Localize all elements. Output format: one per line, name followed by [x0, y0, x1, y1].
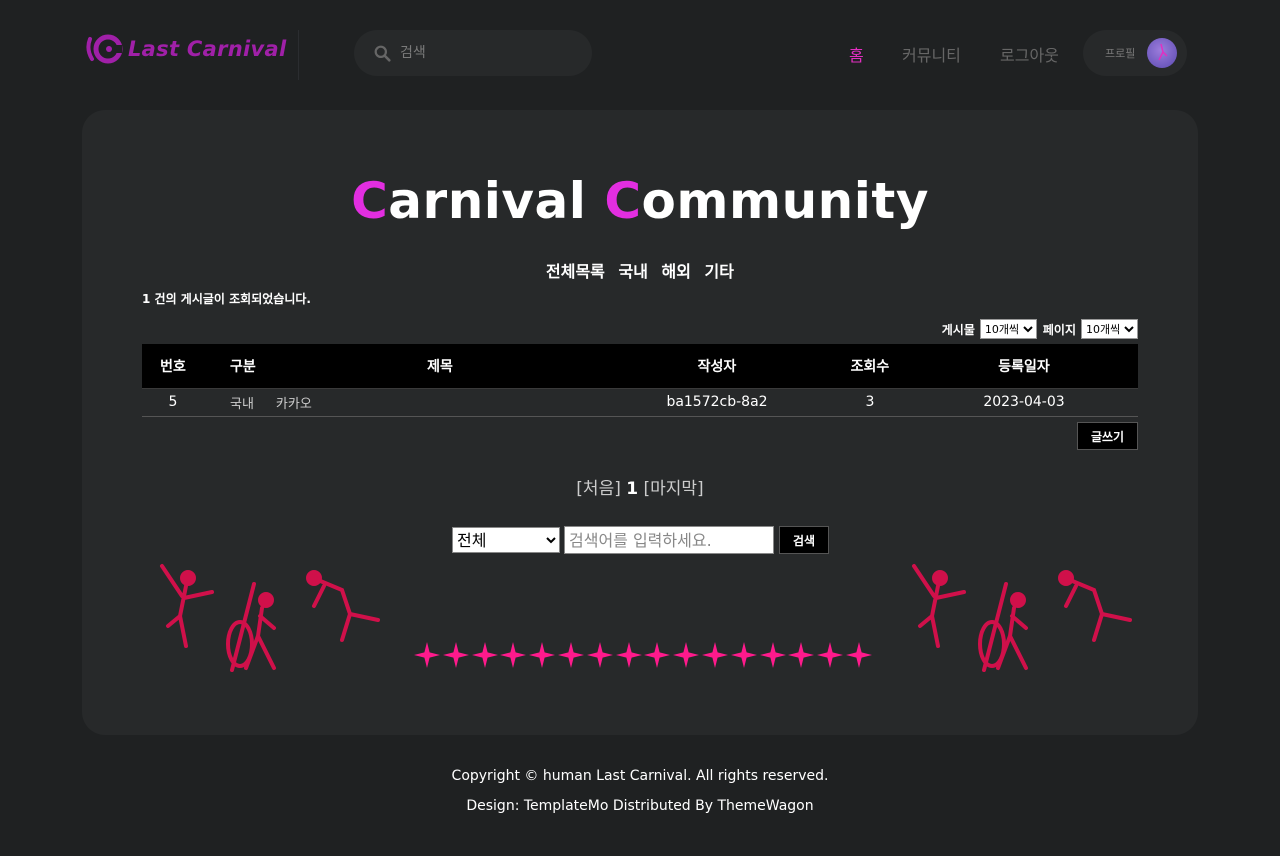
board-table: 번호 구분 제목 작성자 조회수 등록일자 5 국내 카카오 ba1572cb-8… [142, 344, 1138, 417]
row-category: 국내 카카오 [204, 388, 604, 416]
board-search-input[interactable] [564, 526, 774, 554]
footer-design-credit: Design: TemplateMo Distributed By ThemeW… [466, 798, 814, 814]
page-current[interactable]: 1 [626, 479, 638, 499]
row-category-main: 국내 [230, 396, 254, 412]
col-header-category: 구분 [230, 358, 256, 375]
nav-home[interactable]: 홈 [849, 42, 864, 66]
avatar-figure-icon [1158, 43, 1168, 61]
star-icon [529, 642, 556, 668]
avatar [1147, 38, 1177, 68]
search-scope-select[interactable]: 전체 [452, 527, 560, 553]
star-icon [442, 642, 469, 668]
star-row [414, 642, 872, 670]
col-header-number: 번호 [160, 358, 186, 375]
star-icon [586, 642, 613, 668]
write-button[interactable]: 글쓰기 [1077, 422, 1138, 450]
dancers-right-icon [912, 564, 1132, 672]
per-page-label: 게시물 [941, 322, 975, 337]
community-panel: Carnival Community 전체목록 국내 해외 기타 1 건의 게시… [82, 110, 1198, 735]
row-author: ba1572cb-8a2 [666, 394, 768, 410]
star-icon [471, 642, 498, 668]
star-icon [615, 642, 642, 668]
star-icon [701, 642, 728, 668]
header-divider [298, 30, 299, 80]
star-icon [557, 642, 584, 668]
tab-all[interactable]: 전체목록 [546, 262, 605, 281]
row-views: 3 [865, 394, 875, 410]
title-word-carnival: arnival [388, 172, 587, 230]
pagination: [처음] 1 [마지막] [82, 474, 1198, 499]
star-icon [759, 642, 786, 668]
tab-domestic[interactable]: 국내 [618, 262, 647, 281]
title-word-community: ommunity [641, 172, 929, 230]
star-icon [730, 642, 757, 668]
page-last-link[interactable]: [마지막] [644, 479, 704, 499]
page-title: Carnival Community [82, 172, 1198, 230]
board-search-button[interactable]: 검색 [779, 526, 829, 554]
title-letter-c2: C [604, 172, 642, 230]
page-count-select[interactable]: 10개씩 [1081, 319, 1138, 339]
nav-logout[interactable]: 로그아웃 [1000, 42, 1059, 66]
row-date: 2023-04-03 [983, 394, 1065, 410]
col-header-views: 조회수 [850, 358, 890, 375]
col-header-author: 작성자 [697, 358, 737, 375]
col-header-date: 등록일자 [998, 358, 1050, 375]
col-header-title: 제목 [427, 358, 453, 375]
star-icon [500, 642, 527, 668]
header-search[interactable] [354, 30, 592, 76]
board-search: 전체 검색 [452, 526, 829, 554]
tab-overseas[interactable]: 해외 [662, 262, 691, 281]
star-icon [644, 642, 671, 668]
dancers-left-icon [160, 564, 380, 672]
logo-text: Last Carnival [128, 37, 287, 61]
result-count: 1 건의 게시글이 조회되었습니다. [142, 292, 311, 306]
star-icon [817, 642, 844, 668]
row-category-sub: 카카오 [275, 396, 312, 412]
page-first-link[interactable]: [처음] [576, 479, 621, 499]
category-tabs: 전체목록 국내 해외 기타 [82, 258, 1198, 282]
nav-community[interactable]: 커뮤니티 [902, 42, 961, 66]
star-icon [845, 642, 872, 668]
profile-label: 프로필 [1105, 47, 1136, 60]
logo[interactable]: Last Carnival [86, 32, 286, 66]
page-count-label: 페이지 [1042, 322, 1076, 337]
per-page-select[interactable]: 10개씩 [979, 319, 1037, 339]
star-icon [788, 642, 815, 668]
per-page-controls: 게시물 10개씩 페이지 10개씩 [942, 319, 1138, 339]
profile-button[interactable]: 프로필 [1083, 30, 1187, 76]
tab-etc[interactable]: 기타 [705, 262, 734, 281]
star-icon [673, 642, 700, 668]
search-icon [374, 45, 391, 62]
table-row[interactable]: 5 국내 카카오 ba1572cb-8a2 3 2023-04-03 [142, 388, 1138, 416]
top-header: Last Carnival 홈 커뮤니티 로그아웃 프로필 [0, 0, 1280, 106]
row-number: 5 [168, 394, 178, 410]
logo-mark-icon [86, 34, 123, 64]
footer-copyright: Copyright © human Last Carnival. All rig… [451, 768, 829, 784]
header-search-input[interactable] [400, 45, 570, 61]
title-letter-c1: C [351, 172, 389, 230]
star-icon [414, 642, 440, 668]
table-header-row: 번호 구분 제목 작성자 조회수 등록일자 [142, 344, 1138, 388]
